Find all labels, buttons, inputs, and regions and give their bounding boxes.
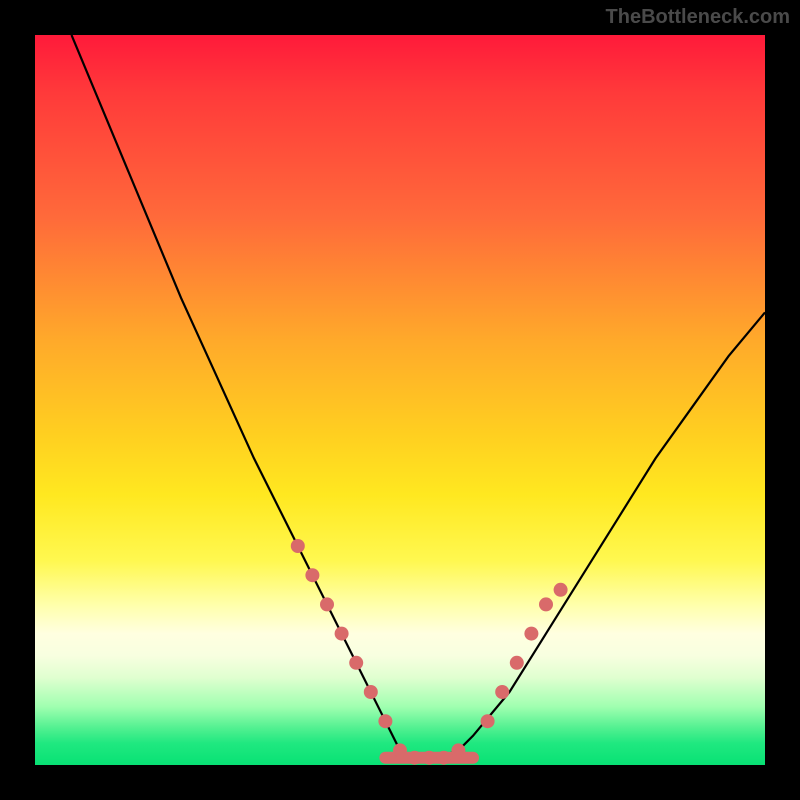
bottleneck-curve (72, 35, 766, 758)
highlight-dots (291, 539, 568, 765)
chart-plot-area (35, 35, 765, 765)
curve-group (72, 35, 766, 765)
watermark-text: TheBottleneck.com (606, 6, 790, 29)
chart-svg (35, 35, 765, 765)
